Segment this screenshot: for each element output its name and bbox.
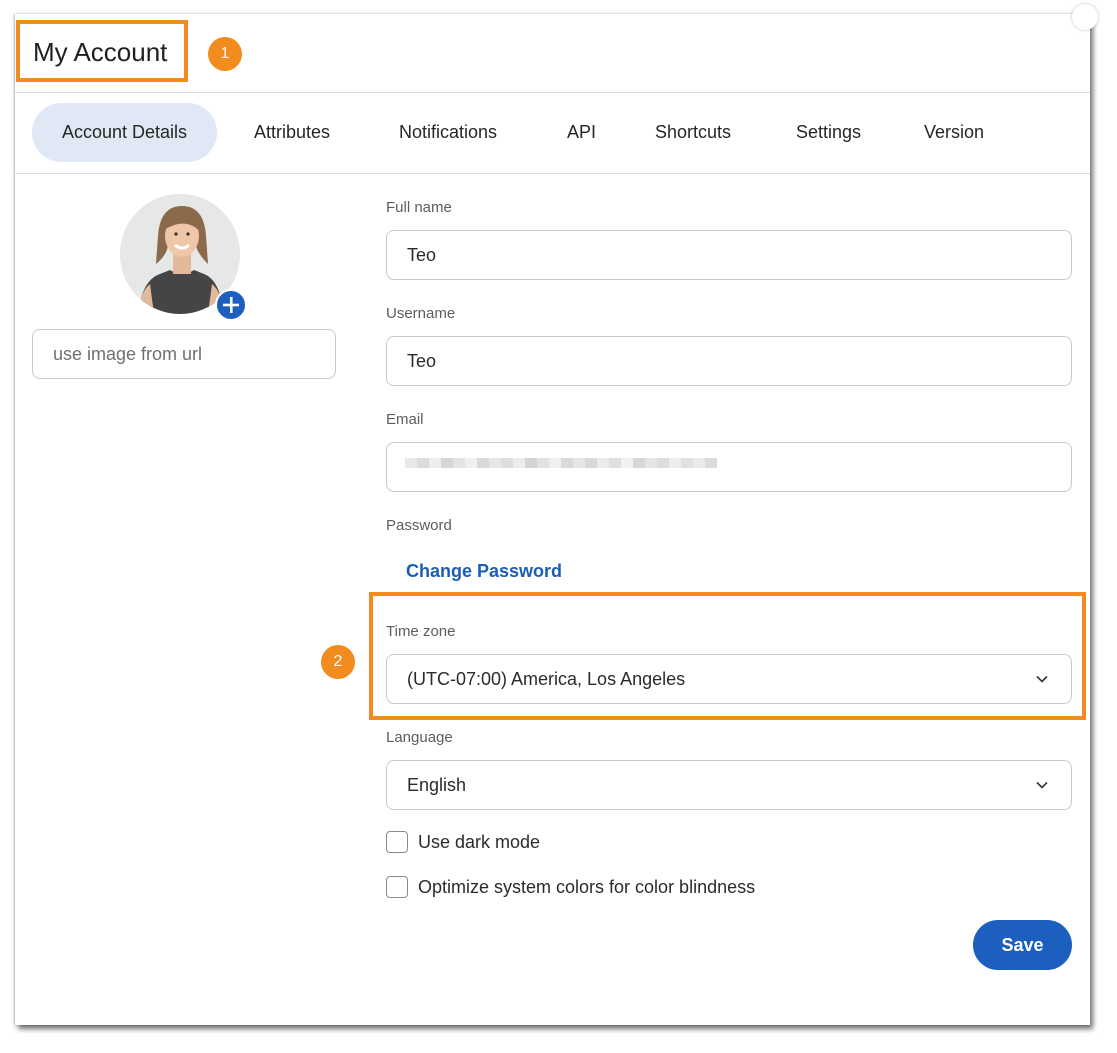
password-label: Password (386, 517, 452, 534)
chevron-down-icon (1036, 781, 1048, 789)
tab-api[interactable]: API (537, 103, 626, 162)
username-value: Teo (407, 351, 437, 371)
account-dialog (15, 14, 1090, 1025)
tabs-divider (15, 173, 1090, 174)
full-name-label: Full name (386, 199, 452, 216)
timezone-select[interactable]: (UTC-07:00) America, Los Angeles (386, 654, 1072, 704)
tab-version[interactable]: Version (894, 103, 1014, 162)
language-label: Language (386, 729, 453, 746)
tab-notifications[interactable]: Notifications (369, 103, 527, 162)
email-field[interactable] (386, 442, 1072, 492)
plus-icon (223, 297, 239, 313)
dark-mode-label: Use dark mode (418, 832, 541, 852)
dark-mode-checkbox[interactable] (386, 831, 408, 853)
username-label: Username (386, 305, 456, 322)
color-blindness-label: Optimize system colors for color blindne… (418, 877, 756, 897)
page-title: My Account (33, 37, 168, 67)
tab-attributes[interactable]: Attributes (224, 103, 360, 162)
timezone-label: Time zone (386, 623, 456, 640)
tab-account-details[interactable]: Account Details (32, 103, 218, 162)
close-button[interactable] (1072, 4, 1098, 30)
language-select[interactable]: English (386, 760, 1072, 810)
email-label: Email (386, 411, 424, 428)
tab-shortcuts[interactable]: Shortcuts (625, 103, 761, 162)
full-name-field[interactable]: Teo (386, 230, 1072, 280)
callout-badge-1: 1 (208, 37, 242, 71)
image-url-input[interactable] (32, 329, 336, 379)
save-button[interactable]: Save (973, 920, 1072, 970)
email-redacted (405, 458, 717, 468)
callout-badge-2: 2 (321, 645, 355, 679)
chevron-down-icon (1036, 675, 1048, 683)
username-field[interactable]: Teo (386, 336, 1072, 386)
color-blindness-checkbox[interactable] (386, 876, 408, 898)
change-password-link[interactable]: Change Password (406, 561, 562, 582)
language-value: English (407, 775, 467, 795)
tab-settings[interactable]: Settings (766, 103, 891, 162)
timezone-value: (UTC-07:00) America, Los Angeles (407, 669, 686, 689)
full-name-value: Teo (407, 245, 437, 265)
add-photo-button[interactable] (215, 289, 247, 321)
header-divider (15, 92, 1090, 93)
